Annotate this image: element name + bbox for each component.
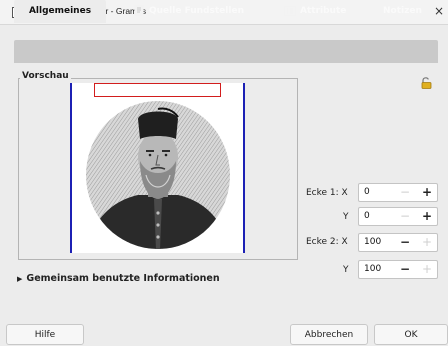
selection-rectangle[interactable] — [94, 83, 221, 97]
corner2-y-spinbutton[interactable]: 100 − + — [358, 260, 438, 279]
tab-label: Notizen — [383, 6, 422, 16]
corner1-x-increment-button[interactable]: + — [417, 184, 437, 201]
citation-icon — [134, 5, 144, 16]
expander-arrow-icon: ▶ — [17, 275, 23, 283]
tab-notizen[interactable]: Notizen — [383, 0, 422, 23]
crop-boundary-left — [70, 83, 72, 253]
corner1-y-label: Y — [343, 212, 349, 222]
help-button[interactable]: Hilfe — [6, 324, 84, 345]
tab-label: Attribute — [300, 6, 347, 16]
corner1-x-value: 0 — [364, 187, 370, 197]
corner2-y-decrement-button[interactable]: − — [395, 261, 415, 278]
crop-boundary-right — [243, 83, 245, 253]
preview-legend: Vorschau — [20, 71, 71, 81]
lock-icon[interactable] — [420, 77, 432, 89]
corner1-x-decrement-button[interactable]: − — [395, 184, 415, 201]
portrait-photo — [86, 101, 230, 249]
tab-bar — [14, 40, 438, 63]
tab-label: Quelle Fundstellen — [149, 6, 244, 16]
tab-allgemeines[interactable]: Allgemeines — [14, 0, 106, 23]
corner1-y-decrement-button[interactable]: − — [395, 208, 415, 225]
tab-attribute[interactable]: Attribute — [284, 0, 346, 23]
attributes-icon — [284, 5, 296, 16]
corner1-y-increment-button[interactable]: + — [417, 208, 437, 225]
tab-quelle-fundstellen[interactable]: Quelle Fundstellen — [134, 0, 244, 23]
close-button[interactable]: × — [432, 2, 446, 20]
corner2-y-increment-button[interactable]: + — [417, 261, 437, 278]
corner1-y-spinbutton[interactable]: 0 − + — [358, 207, 438, 226]
corner1-y-value: 0 — [364, 211, 370, 221]
ok-button[interactable]: OK — [374, 324, 448, 345]
corner2-y-label: Y — [343, 265, 349, 275]
corner2-x-value: 100 — [364, 237, 382, 247]
tab-label: Allgemeines — [28, 6, 92, 16]
expander-label: Gemeinsam benutzte Informationen — [26, 273, 220, 284]
corner2-x-spinbutton[interactable]: 100 − + — [358, 233, 438, 252]
corner1-x-spinbutton[interactable]: 0 − + — [358, 183, 438, 202]
corner2-x-label: Ecke 2: X — [306, 237, 348, 247]
corner2-x-increment-button[interactable]: + — [417, 234, 437, 251]
corner2-x-decrement-button[interactable]: − — [395, 234, 415, 251]
corner1-x-label: Ecke 1: X — [306, 188, 348, 198]
corner2-y-value: 100 — [364, 264, 382, 274]
shared-info-expander[interactable]: ▶ Gemeinsam benutzte Informationen — [17, 273, 220, 284]
cancel-button[interactable]: Abbrechen — [290, 324, 368, 345]
